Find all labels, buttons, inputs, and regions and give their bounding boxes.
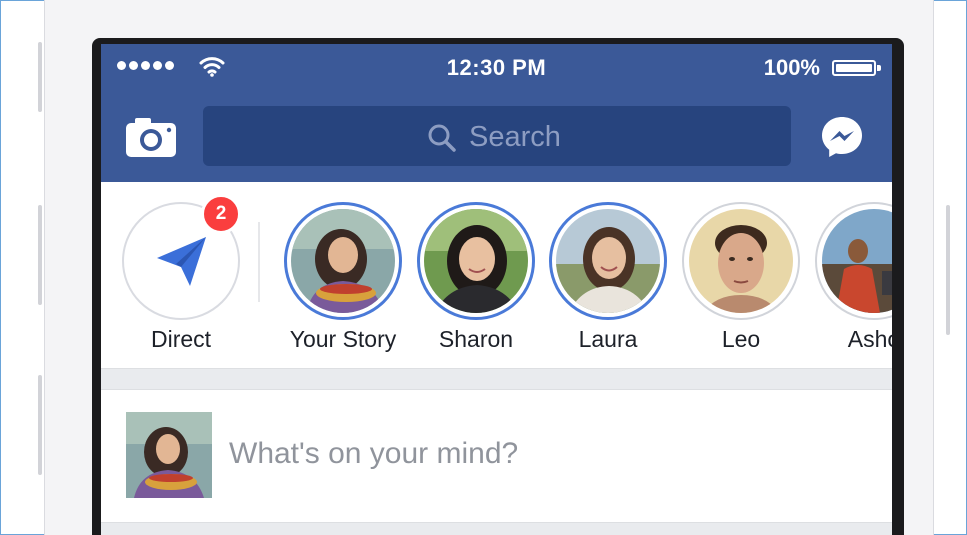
phone-side-button xyxy=(946,205,950,335)
phone-side-button xyxy=(38,42,42,112)
camera-icon[interactable] xyxy=(125,116,177,158)
stories-tray: 2 Direct Your Story Sharon Laura Leo Ash xyxy=(101,182,892,368)
phone-side-button xyxy=(38,205,42,305)
story-your-story[interactable]: Your Story xyxy=(281,198,405,368)
avatar-ring-active xyxy=(284,202,402,320)
section-separator xyxy=(101,522,892,535)
search-icon xyxy=(428,124,456,152)
avatar-ring-seen xyxy=(682,202,800,320)
search-placeholder: Search xyxy=(469,121,561,153)
messenger-icon[interactable] xyxy=(819,114,865,160)
section-separator xyxy=(101,368,892,390)
story-label: Your Story xyxy=(289,326,397,352)
story-label: Sharon xyxy=(438,326,514,352)
phone-screen: 12:30 PM 100% Search 2 Direct Your Story… xyxy=(101,44,892,535)
avatar-ring-seen xyxy=(815,202,892,320)
status-bar: 12:30 PM 100% xyxy=(101,44,892,92)
avatar-ring-active xyxy=(549,202,667,320)
status-composer[interactable]: What's on your mind? xyxy=(101,390,892,522)
notification-badge: 2 xyxy=(201,194,241,234)
avatar xyxy=(556,209,660,313)
story-label: Asho xyxy=(847,326,892,352)
avatar xyxy=(689,209,793,313)
search-input[interactable]: Search xyxy=(203,106,791,166)
story-asho[interactable]: Asho xyxy=(812,198,892,368)
composer-placeholder[interactable]: What's on your mind? xyxy=(229,437,518,471)
story-sharon[interactable]: Sharon xyxy=(414,198,538,368)
avatar xyxy=(424,209,528,313)
avatar-ring-active xyxy=(417,202,535,320)
battery-percentage: 100% xyxy=(763,55,820,80)
stories-divider xyxy=(258,222,260,302)
avatar xyxy=(126,412,212,498)
phone-side-button xyxy=(38,375,42,475)
top-nav-bar: Search xyxy=(101,92,892,182)
story-direct[interactable]: 2 Direct xyxy=(119,194,243,368)
story-leo[interactable]: Leo xyxy=(679,198,803,368)
story-label: Laura xyxy=(578,326,638,352)
story-label: Leo xyxy=(721,326,761,352)
story-label: Direct xyxy=(150,326,212,352)
avatar xyxy=(291,209,395,313)
battery-icon xyxy=(832,60,882,76)
story-laura[interactable]: Laura xyxy=(546,198,670,368)
avatar xyxy=(822,209,892,313)
